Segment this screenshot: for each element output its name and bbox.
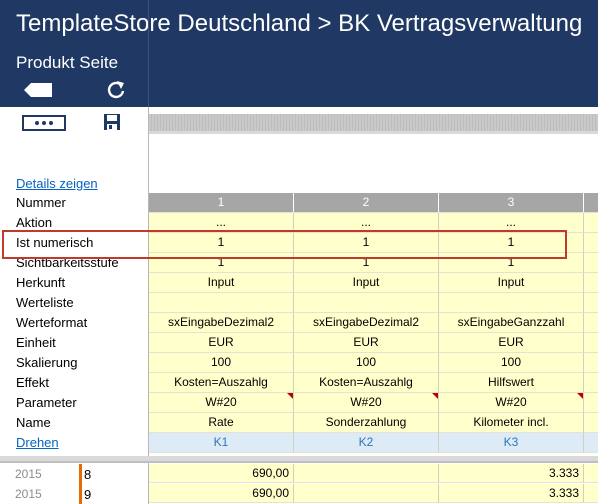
page-subtitle: Produkt Seite — [16, 53, 119, 72]
data-row: 2015 8 690,00 3.333 — [0, 464, 598, 484]
section-separator-edge — [0, 461, 598, 463]
grid-cell[interactable]: Sonderzahlung — [294, 413, 439, 433]
row-index: 8 — [84, 467, 92, 482]
grid-cell-empty[interactable] — [584, 393, 598, 413]
comment-marker-icon — [287, 393, 293, 399]
row-year: 2015 — [15, 467, 42, 481]
label-werteformat: Werteformat — [16, 315, 88, 330]
app-header: TemplateStore Deutschland > BK Vertragsv… — [0, 0, 598, 504]
label-parameter: Parameter — [16, 395, 77, 410]
value-cell[interactable]: 3.333 — [439, 484, 584, 503]
grid-cell-empty[interactable] — [584, 213, 598, 233]
value-cell-empty[interactable] — [584, 484, 598, 503]
grid-cell[interactable] — [439, 293, 584, 313]
grid-row-nummer: 1 2 3 — [149, 193, 598, 213]
grid-cell-empty[interactable] — [584, 273, 598, 293]
grid-row-effekt: Kosten=Auszahlg Kosten=Auszahlg Hilfswer… — [149, 373, 598, 393]
grid-cell[interactable]: EUR — [294, 333, 439, 353]
grid-cell-empty[interactable] — [584, 193, 598, 213]
label-einheit: Einheit — [16, 335, 56, 350]
row-marker — [79, 464, 82, 484]
comment-marker-icon — [577, 393, 583, 399]
grid-cell[interactable]: Kilometer incl. — [439, 413, 584, 433]
grid-cell[interactable]: Input — [149, 273, 294, 293]
value-cell-empty[interactable] — [584, 464, 598, 483]
comment-marker-icon — [432, 393, 438, 399]
column-key-cell[interactable]: K1 — [149, 433, 294, 453]
grid-cell-text: W#20 — [495, 395, 527, 409]
grid-row-parameter: W#20 W#20 W#20 — [149, 393, 598, 413]
details-show-link[interactable]: Details zeigen — [16, 176, 98, 191]
refresh-icon[interactable] — [106, 80, 126, 100]
grid-row-einheit: EUR EUR EUR — [149, 333, 598, 353]
grid-cell[interactable]: EUR — [439, 333, 584, 353]
grid-cell[interactable]: Hilfswert — [439, 373, 584, 393]
grid-row-herkunft: Input Input Input — [149, 273, 598, 293]
highlight-box — [2, 230, 567, 259]
grid-cell[interactable]: EUR — [149, 333, 294, 353]
grid-cell[interactable]: 2 — [294, 193, 439, 213]
label-name: Name — [16, 415, 51, 430]
value-cell[interactable]: 690,00 — [149, 464, 294, 483]
grid-row-drehen: K1 K2 K3 — [149, 433, 598, 453]
row-marker — [79, 484, 82, 504]
back-arrow-icon[interactable] — [24, 83, 52, 97]
toolbar-strip-edge — [149, 131, 598, 134]
grid-cell[interactable] — [294, 293, 439, 313]
grid-row-werteliste — [149, 293, 598, 313]
data-row: 2015 9 690,00 3.333 — [0, 484, 598, 504]
grid-cell[interactable]: 100 — [439, 353, 584, 373]
grid-row-skalierung: 100 100 100 — [149, 353, 598, 373]
label-werteliste: Werteliste — [16, 295, 74, 310]
grid-cell[interactable] — [149, 293, 294, 313]
grid-cell[interactable]: Kosten=Auszahlg — [149, 373, 294, 393]
column-key-cell[interactable]: K3 — [439, 433, 584, 453]
grid-cell[interactable]: 100 — [294, 353, 439, 373]
grid-cell-text: W#20 — [350, 395, 382, 409]
rotate-link[interactable]: Drehen — [16, 433, 59, 453]
value-cell[interactable]: 3.333 — [439, 464, 584, 483]
value-cell[interactable]: 690,00 — [149, 484, 294, 503]
value-cell[interactable] — [294, 484, 439, 503]
toolbar-strip — [149, 114, 598, 131]
grid-row-name: Rate Sonderzahlung Kilometer incl. — [149, 413, 598, 433]
value-cell[interactable] — [294, 464, 439, 483]
grid-cell[interactable]: 100 — [149, 353, 294, 373]
grid-row-werteformat: sxEingabeDezimal2 sxEingabeDezimal2 sxEi… — [149, 313, 598, 333]
grid-cell-empty[interactable] — [584, 433, 598, 453]
grid-cell[interactable]: Input — [294, 273, 439, 293]
grid-cell-text: W#20 — [205, 395, 237, 409]
grid-cell[interactable]: 1 — [149, 193, 294, 213]
grid-cell[interactable]: Kosten=Auszahlg — [294, 373, 439, 393]
grid-cell-empty[interactable] — [584, 413, 598, 433]
grid-cell[interactable]: sxEingabeDezimal2 — [294, 313, 439, 333]
row-year: 2015 — [15, 487, 42, 501]
grid-cell-empty[interactable] — [584, 233, 598, 253]
grid-cell-empty[interactable] — [584, 253, 598, 273]
row-index: 9 — [84, 487, 92, 502]
grid-cell-empty[interactable] — [584, 293, 598, 313]
grid-cell[interactable]: sxEingabeGanzzahl — [439, 313, 584, 333]
grid-cell[interactable]: W#20 — [439, 393, 584, 413]
grid-cell-empty[interactable] — [584, 333, 598, 353]
more-icon[interactable] — [22, 115, 66, 131]
grid-cell[interactable]: 3 — [439, 193, 584, 213]
grid-cell[interactable]: Input — [439, 273, 584, 293]
label-herkunft: Herkunft — [16, 275, 66, 290]
grid-cell[interactable]: sxEingabeDezimal2 — [149, 313, 294, 333]
save-icon[interactable] — [103, 113, 121, 131]
grid-cell[interactable]: W#20 — [294, 393, 439, 413]
column-key-cell[interactable]: K2 — [294, 433, 439, 453]
label-effekt: Effekt — [16, 375, 50, 390]
grid-cell[interactable]: Rate — [149, 413, 294, 433]
grid-cell-empty[interactable] — [584, 313, 598, 333]
label-skalierung: Skalierung — [16, 355, 78, 370]
label-nummer: Nummer — [16, 195, 66, 210]
grid-cell[interactable]: W#20 — [149, 393, 294, 413]
grid-cell-empty[interactable] — [584, 353, 598, 373]
grid-cell-empty[interactable] — [584, 373, 598, 393]
page-title: TemplateStore Deutschland > BK Vertragsv… — [16, 10, 583, 37]
